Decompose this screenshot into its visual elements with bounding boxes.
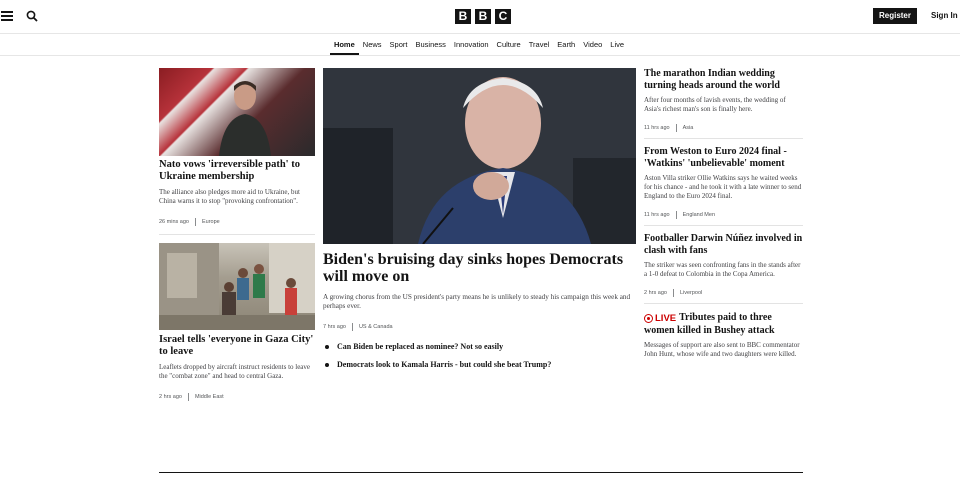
- story-headline[interactable]: Nato vows 'irreversible path' to Ukraine…: [159, 159, 315, 183]
- story-section[interactable]: Europe: [202, 219, 220, 225]
- story-section[interactable]: Middle East: [195, 394, 224, 400]
- story-section[interactable]: US & Canada: [359, 324, 393, 330]
- story-time: 7 hrs ago: [323, 324, 346, 330]
- story-meta: 11 hrs ago England Men: [644, 211, 803, 219]
- search-icon[interactable]: [26, 10, 38, 22]
- live-icon: [644, 314, 653, 323]
- top-bar: B B C Register Sign In: [0, 0, 960, 34]
- story-meta: 2 hrs ago Middle East: [159, 393, 315, 401]
- story-summary: The striker was seen confronting fans in…: [644, 261, 801, 278]
- story-summary: Leaflets dropped by aircraft instruct re…: [159, 363, 311, 380]
- story-meta: 26 mins ago Europe: [159, 218, 315, 226]
- nav-item-culture[interactable]: Culture: [493, 34, 525, 55]
- divider: [644, 138, 803, 139]
- story-meta: 2 hrs ago Liverpool: [644, 289, 803, 297]
- story-card[interactable]: The marathon Indian wedding turning head…: [644, 68, 803, 132]
- story-time: 11 hrs ago: [644, 212, 670, 218]
- live-badge: LIVE: [644, 313, 676, 325]
- bullet-icon: [325, 345, 329, 349]
- live-label: LIVE: [655, 312, 677, 324]
- register-button[interactable]: Register: [873, 8, 917, 24]
- story-card[interactable]: From Weston to Euro 2024 final - 'Watkin…: [644, 146, 803, 219]
- lead-story-image[interactable]: [323, 68, 636, 244]
- meta-separator: [675, 124, 677, 132]
- bbc-logo[interactable]: B B C: [455, 9, 511, 24]
- meta-separator: [194, 218, 196, 226]
- story-headline[interactable]: LIVE Tributes paid to three women killed…: [644, 312, 803, 337]
- story-summary: After four months of lavish events, the …: [644, 96, 786, 113]
- story-image[interactable]: [159, 68, 315, 156]
- logo-block: B: [475, 9, 491, 24]
- story-summary: Aston Villa striker Ollie Watkins says h…: [644, 174, 802, 200]
- story-card[interactable]: LIVE Tributes paid to three women killed…: [644, 312, 803, 359]
- story-time: 11 hrs ago: [644, 125, 670, 131]
- meta-separator: [675, 211, 677, 219]
- story-card[interactable]: Footballer Darwin Núñez involved in clas…: [644, 233, 803, 297]
- related-link[interactable]: Can Biden be replaced as nominee? Not so…: [323, 342, 636, 352]
- related-link-text[interactable]: Can Biden be replaced as nominee? Not so…: [337, 342, 503, 352]
- story-headline[interactable]: Footballer Darwin Núñez involved in clas…: [644, 233, 803, 257]
- story-headline[interactable]: The marathon Indian wedding turning head…: [644, 68, 803, 92]
- lead-photo-icon: [323, 68, 636, 244]
- story-headline[interactable]: From Weston to Euro 2024 final - 'Watkin…: [644, 146, 803, 170]
- right-column: The marathon Indian wedding turning head…: [644, 68, 803, 359]
- story-card[interactable]: Nato vows 'irreversible path' to Ukraine…: [159, 68, 315, 226]
- person-photo-icon: [219, 81, 271, 156]
- meta-separator: [187, 393, 189, 401]
- story-summary: Messages of support are also sent to BBC…: [644, 340, 800, 358]
- divider: [159, 234, 315, 235]
- lead-meta: 7 hrs ago US & Canada: [323, 323, 636, 331]
- menu-icon[interactable]: [1, 11, 13, 21]
- story-card[interactable]: Israel tells 'everyone in Gaza City' to …: [159, 243, 315, 401]
- story-section[interactable]: Asia: [683, 125, 694, 131]
- nav-item-travel[interactable]: Travel: [525, 34, 554, 55]
- sign-in-link[interactable]: Sign In: [931, 8, 958, 24]
- story-section[interactable]: England Men: [683, 212, 715, 218]
- meta-separator: [351, 323, 353, 331]
- nav-item-business[interactable]: Business: [411, 34, 449, 55]
- meta-separator: [672, 289, 674, 297]
- related-link[interactable]: Democrats look to Kamala Harris - but co…: [323, 360, 636, 370]
- related-link-text[interactable]: Democrats look to Kamala Harris - but co…: [337, 360, 551, 370]
- divider: [644, 303, 803, 304]
- nav-item-live[interactable]: Live: [606, 34, 628, 55]
- story-image[interactable]: [159, 243, 315, 330]
- logo-block: C: [495, 9, 511, 24]
- story-time: 26 mins ago: [159, 219, 189, 225]
- story-section[interactable]: Liverpool: [680, 290, 702, 296]
- story-meta: 11 hrs ago Asia: [644, 124, 803, 132]
- nav-item-earth[interactable]: Earth: [553, 34, 579, 55]
- lead-summary: A growing chorus from the US president's…: [323, 293, 631, 310]
- divider: [644, 225, 803, 226]
- story-headline[interactable]: Israel tells 'everyone in Gaza City' to …: [159, 334, 315, 358]
- crowd-photo-icon: [159, 243, 315, 330]
- logo-block: B: [455, 9, 471, 24]
- story-time: 2 hrs ago: [159, 394, 182, 400]
- lead-story[interactable]: Biden's bruising day sinks hopes Democra…: [323, 68, 636, 378]
- nav-item-news[interactable]: News: [359, 34, 386, 55]
- nav-item-innovation[interactable]: Innovation: [450, 34, 493, 55]
- section-rule: [159, 472, 803, 473]
- lead-headline[interactable]: Biden's bruising day sinks hopes Democra…: [323, 251, 636, 285]
- story-summary: The alliance also pledges more aid to Uk…: [159, 188, 300, 205]
- nav-item-home[interactable]: Home: [329, 34, 359, 55]
- left-column: Nato vows 'irreversible path' to Ukraine…: [159, 68, 315, 401]
- nav-item-video[interactable]: Video: [579, 34, 606, 55]
- story-time: 2 hrs ago: [644, 290, 667, 296]
- related-links: Can Biden be replaced as nominee? Not so…: [323, 342, 636, 370]
- nav-item-sport[interactable]: Sport: [386, 34, 412, 55]
- main-nav: Home News Sport Business Innovation Cult…: [0, 34, 960, 56]
- bullet-icon: [325, 363, 329, 367]
